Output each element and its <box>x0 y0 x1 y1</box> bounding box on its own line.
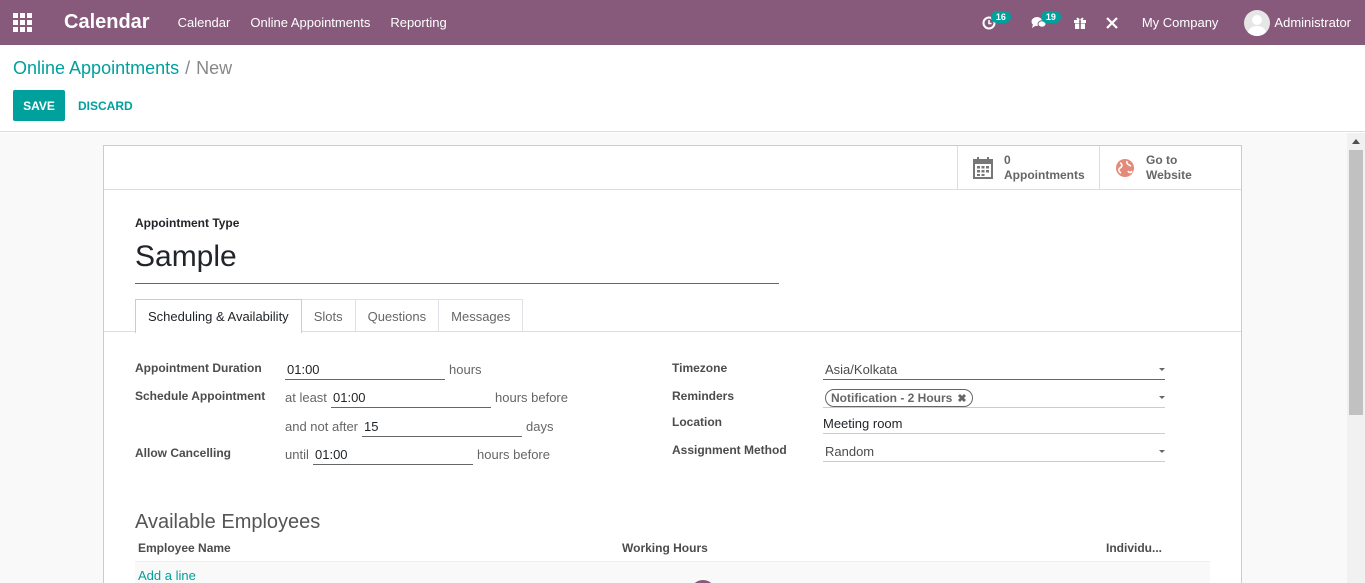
company-switcher[interactable]: My Company <box>1142 15 1219 30</box>
debug-button[interactable] <box>1096 0 1128 45</box>
column-individual[interactable]: Individu... <box>1106 541 1162 555</box>
not-after-unit: days <box>526 419 554 434</box>
gift-button[interactable] <box>1064 0 1096 45</box>
scroll-up-icon[interactable] <box>1352 139 1360 144</box>
add-a-line-link[interactable]: Add a line <box>138 568 196 583</box>
website-label-line2: Website <box>1146 167 1192 182</box>
tab-scheduling-availability[interactable]: Scheduling & Availability <box>135 299 302 333</box>
appointment-duration-input[interactable]: 01:00 <box>285 360 445 380</box>
duration-unit: hours <box>449 362 482 377</box>
not-after-text: and not after <box>285 419 358 434</box>
calendar-icon <box>973 156 993 179</box>
app-brand: Calendar <box>64 11 150 33</box>
reminders-label: Reminders <box>672 389 735 403</box>
column-working-hours[interactable]: Working Hours <box>622 541 708 555</box>
reminders-tags-input[interactable]: Notification - 2 Hours ✖ <box>823 388 1165 408</box>
chevron-down-icon <box>1159 368 1165 371</box>
breadcrumb-separator: / <box>185 58 191 78</box>
until-text: until <box>285 447 309 462</box>
location-input[interactable]: Meeting room <box>823 414 1165 434</box>
reminder-tag: Notification - 2 Hours ✖ <box>825 389 973 407</box>
appointment-type-name-input[interactable]: Sample <box>135 236 779 284</box>
breadcrumb-current: New <box>196 58 233 78</box>
at-least-text: at least <box>285 390 327 405</box>
messages-button[interactable]: 19 <box>1014 0 1064 45</box>
form-view-content: 0 Appointments Go to Website Appointment <box>0 133 1347 583</box>
discard-button[interactable]: DISCARD <box>78 90 133 121</box>
appointments-count: 0 <box>1004 152 1011 167</box>
apps-icon[interactable] <box>0 0 44 45</box>
schedule-appointment-label: Schedule Appointment <box>135 389 266 403</box>
appointment-duration-label: Appointment Duration <box>135 361 262 375</box>
chevron-down-icon <box>1159 396 1165 399</box>
menu-item-calendar[interactable]: Calendar <box>178 15 231 30</box>
tab-slots[interactable]: Slots <box>300 299 356 332</box>
breadcrumb-parent[interactable]: Online Appointments <box>13 58 179 78</box>
location-label: Location <box>672 415 722 429</box>
menu-item-reporting[interactable]: Reporting <box>390 15 446 30</box>
menu-item-online-appointments[interactable]: Online Appointments <box>250 15 370 30</box>
chevron-down-icon <box>1159 450 1165 453</box>
at-least-unit: hours before <box>495 390 568 405</box>
timezone-value: Asia/Kolkata <box>825 362 898 377</box>
reminder-tag-label: Notification - 2 Hours <box>831 391 953 405</box>
employees-table-header: Employee Name Working Hours Individu... <box>135 536 1210 561</box>
go-to-website-button[interactable]: Go to Website <box>1099 146 1241 189</box>
messages-count-badge: 19 <box>1040 11 1061 23</box>
assignment-method-label: Assignment Method <box>672 443 787 457</box>
table-row: Add a line <box>135 561 1210 583</box>
gift-icon <box>1073 17 1086 29</box>
save-button[interactable]: SAVE <box>13 90 65 121</box>
appointments-smart-button[interactable]: 0 Appointments <box>957 146 1099 189</box>
user-menu[interactable]: Administrator <box>1244 9 1351 36</box>
systray: 16 19 My Company Administrator <box>964 0 1365 45</box>
activity-count-badge: 16 <box>990 11 1011 23</box>
form-sheet: 0 Appointments Go to Website Appointment <box>103 145 1242 583</box>
scrollbar-thumb[interactable] <box>1349 150 1363 415</box>
min-cancellation-hours-input[interactable]: 01:00 <box>313 445 473 465</box>
max-schedule-days-input[interactable]: 15 <box>362 417 522 437</box>
main-menu: Calendar Online Appointments Reporting <box>178 15 467 30</box>
website-label-line1: Go to <box>1146 152 1178 167</box>
allow-cancelling-label: Allow Cancelling <box>135 446 232 460</box>
tab-questions[interactable]: Questions <box>354 299 440 332</box>
remove-tag-icon[interactable]: ✖ <box>957 392 966 405</box>
control-panel: Online Appointments / New SAVE DISCARD <box>0 45 1365 132</box>
breadcrumb: Online Appointments / New <box>13 58 232 79</box>
top-navbar: Calendar Calendar Online Appointments Re… <box>0 0 1365 45</box>
divider <box>104 189 1241 190</box>
timezone-select[interactable]: Asia/Kolkata <box>823 360 1165 380</box>
column-employee-name[interactable]: Employee Name <box>138 541 231 555</box>
debug-icon <box>1106 16 1118 29</box>
smart-button-box: 0 Appointments Go to Website <box>957 146 1241 189</box>
notebook-tabs: Scheduling & Availability Slots Question… <box>135 299 524 333</box>
avatar <box>1244 9 1271 36</box>
appointment-type-label: Appointment Type <box>135 216 240 230</box>
globe-icon <box>1116 158 1134 177</box>
tab-messages[interactable]: Messages <box>438 299 524 332</box>
available-employees-title: Available Employees <box>135 511 321 533</box>
activity-button[interactable]: 16 <box>964 0 1014 45</box>
page-scrollbar[interactable] <box>1347 133 1365 583</box>
timezone-label: Timezone <box>672 361 728 375</box>
min-schedule-hours-input[interactable]: 01:00 <box>331 388 491 408</box>
user-name: Administrator <box>1274 15 1351 30</box>
appointments-label: Appointments <box>1004 167 1085 182</box>
assignment-method-value: Random <box>825 444 875 459</box>
until-unit: hours before <box>477 447 550 462</box>
assignment-method-select[interactable]: Random <box>823 442 1165 462</box>
